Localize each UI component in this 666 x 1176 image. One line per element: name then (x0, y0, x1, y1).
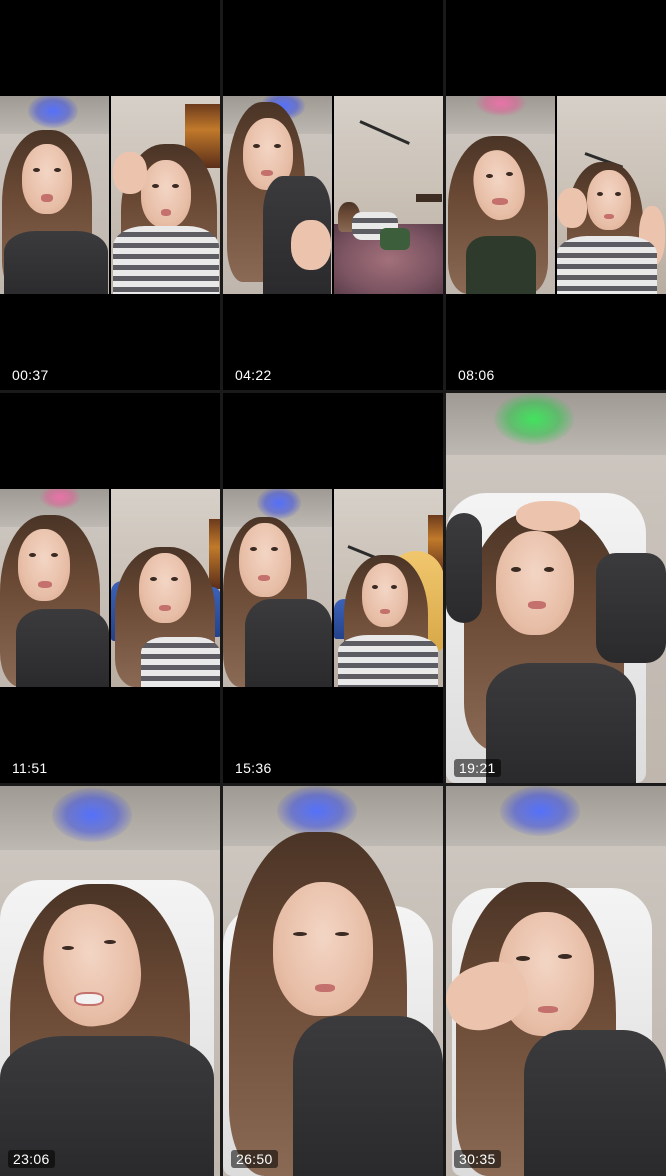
timestamp-label: 08:06 (458, 367, 495, 383)
timestamp-label: 30:35 (454, 1150, 501, 1168)
timestamp-label: 15:36 (235, 760, 272, 776)
left-frame (0, 489, 109, 687)
video-thumbnail[interactable]: 23:06 (0, 786, 220, 1176)
video-thumbnail[interactable]: 15:36 (223, 393, 443, 783)
right-frame (334, 96, 443, 294)
full-frame (0, 786, 220, 1176)
full-frame (223, 786, 443, 1176)
right-frame (111, 96, 220, 294)
timestamp-label: 19:21 (454, 759, 501, 777)
video-thumbnail[interactable]: 08:06 (446, 0, 666, 390)
video-thumbnail[interactable]: 26:50 (223, 786, 443, 1176)
video-thumbnail[interactable]: 04:22 (223, 0, 443, 390)
left-frame (223, 489, 332, 687)
full-frame (446, 786, 666, 1176)
left-frame (0, 96, 109, 294)
right-frame (557, 96, 666, 294)
timestamp-label: 11:51 (12, 760, 48, 776)
timestamp-label: 26:50 (231, 1150, 278, 1168)
left-frame (223, 96, 332, 294)
video-thumbnail[interactable]: 19:21 (446, 393, 666, 783)
timestamp-label: 04:22 (235, 367, 272, 383)
right-frame (334, 489, 443, 687)
right-frame (111, 489, 220, 687)
timestamp-label: 00:37 (12, 367, 49, 383)
video-thumbnail[interactable]: 11:51 (0, 393, 220, 783)
left-frame (446, 96, 555, 294)
timestamp-label: 23:06 (8, 1150, 55, 1168)
video-thumbnail-grid: 00:37 04:22 08:06 11:51 15:36 19:21 23:0… (0, 0, 666, 1176)
full-frame (446, 393, 666, 783)
video-thumbnail[interactable]: 00:37 (0, 0, 220, 390)
video-thumbnail[interactable]: 30:35 (446, 786, 666, 1176)
